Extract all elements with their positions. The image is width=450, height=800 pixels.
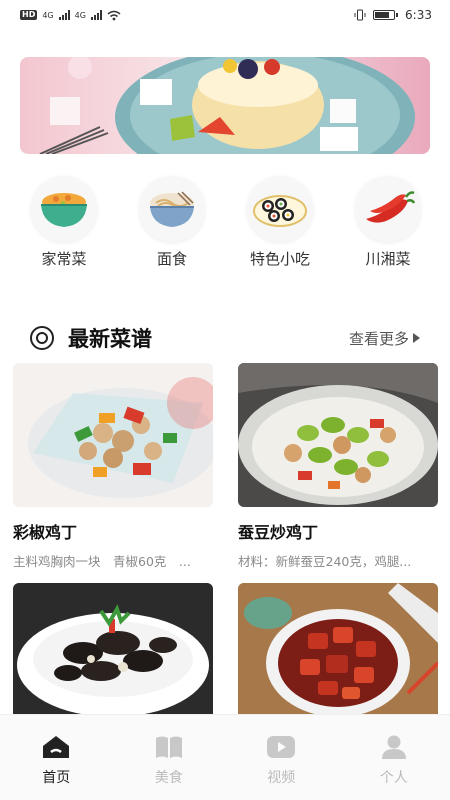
category-circle bbox=[247, 176, 313, 242]
recipe-card[interactable]: 彩椒鸡丁 主料鸡胸肉一块 青椒60克 ... bbox=[13, 363, 213, 570]
book-icon bbox=[153, 733, 185, 761]
nav-label: 个人 bbox=[379, 770, 408, 786]
nav-label: 首页 bbox=[42, 770, 71, 786]
recipe-image bbox=[238, 363, 438, 507]
recipe-description: 主料鸡胸肉一块 青椒60克 ... bbox=[13, 554, 191, 569]
nav-label: 美食 bbox=[154, 770, 183, 786]
signal-icon-2 bbox=[90, 10, 102, 20]
nav-food[interactable]: 美食 bbox=[113, 715, 226, 800]
battery-icon bbox=[373, 10, 396, 20]
section-title: 最新菜谱 bbox=[68, 327, 152, 351]
category-label: 特色小吃 bbox=[249, 250, 310, 268]
broad-bean-chicken-photo bbox=[238, 363, 438, 507]
category-label: 面食 bbox=[156, 250, 187, 268]
play-icon bbox=[265, 733, 297, 761]
category-row: 家常菜 面食 特色小吃 川湘菜 bbox=[14, 176, 438, 269]
category-circle bbox=[31, 176, 97, 242]
recipe-card[interactable] bbox=[238, 583, 438, 727]
status-bar: HD 4G 4G 6:33 bbox=[0, 0, 450, 30]
pepper-chicken-photo bbox=[13, 363, 213, 507]
category-label: 家常菜 bbox=[41, 250, 87, 268]
bottom-navigation: 首页 美食 视频 个人 bbox=[0, 714, 450, 800]
view-more-link[interactable]: 查看更多 bbox=[349, 328, 420, 349]
category-home-cooking[interactable]: 家常菜 bbox=[14, 176, 114, 269]
recipe-card[interactable]: 蚕豆炒鸡丁 材料：新鲜蚕豆240克，鸡腿... bbox=[238, 363, 438, 570]
category-snacks[interactable]: 特色小吃 bbox=[230, 176, 330, 269]
recipe-title: 蚕豆炒鸡丁 bbox=[238, 523, 319, 542]
nav-video[interactable]: 视频 bbox=[225, 715, 338, 800]
signal-icon bbox=[58, 10, 70, 20]
wifi-icon bbox=[107, 10, 121, 20]
sushi-plate-icon bbox=[253, 195, 307, 227]
banner-carousel[interactable] bbox=[20, 57, 430, 154]
recipe-image bbox=[13, 583, 213, 727]
category-sichuan-hunan[interactable]: 川湘菜 bbox=[338, 176, 438, 269]
person-icon bbox=[378, 733, 410, 761]
wood-ear-mushroom-photo bbox=[13, 583, 213, 727]
battery-cap bbox=[396, 13, 399, 17]
recipe-image bbox=[13, 363, 213, 507]
category-circle bbox=[355, 176, 421, 242]
noodle-bowl-icon bbox=[150, 191, 194, 227]
home-icon bbox=[40, 733, 72, 761]
play-arrow-icon bbox=[413, 333, 420, 343]
bowl-of-rice-icon bbox=[41, 193, 87, 227]
category-label: 川湘菜 bbox=[365, 250, 411, 268]
network-type-1: 4G bbox=[42, 10, 54, 20]
nav-label: 视频 bbox=[267, 770, 296, 786]
nav-home[interactable]: 首页 bbox=[0, 715, 113, 800]
recipe-title: 彩椒鸡丁 bbox=[13, 523, 78, 542]
target-circle-icon bbox=[30, 326, 54, 350]
status-right: 6:33 bbox=[354, 8, 432, 22]
clock: 6:33 bbox=[405, 8, 432, 22]
recipe-image bbox=[238, 583, 438, 727]
latest-recipes-header: 最新菜谱 查看更多 bbox=[30, 318, 420, 358]
network-type-2: 4G bbox=[74, 10, 86, 20]
vibrate-icon bbox=[354, 9, 366, 21]
category-noodles[interactable]: 面食 bbox=[122, 176, 222, 269]
view-more-label: 查看更多 bbox=[348, 329, 409, 348]
braised-pork-photo bbox=[238, 583, 438, 727]
section-title-group: 最新菜谱 bbox=[30, 323, 152, 353]
nav-profile[interactable]: 个人 bbox=[338, 715, 450, 800]
pancake-dessert-photo bbox=[20, 57, 430, 154]
category-circle bbox=[139, 176, 205, 242]
red-chili-icon bbox=[366, 191, 416, 223]
recipe-description: 材料：新鲜蚕豆240克，鸡腿... bbox=[238, 554, 412, 569]
hd-badge: HD bbox=[20, 10, 38, 20]
status-left: HD 4G 4G bbox=[20, 10, 121, 21]
recipe-card[interactable] bbox=[13, 583, 213, 727]
